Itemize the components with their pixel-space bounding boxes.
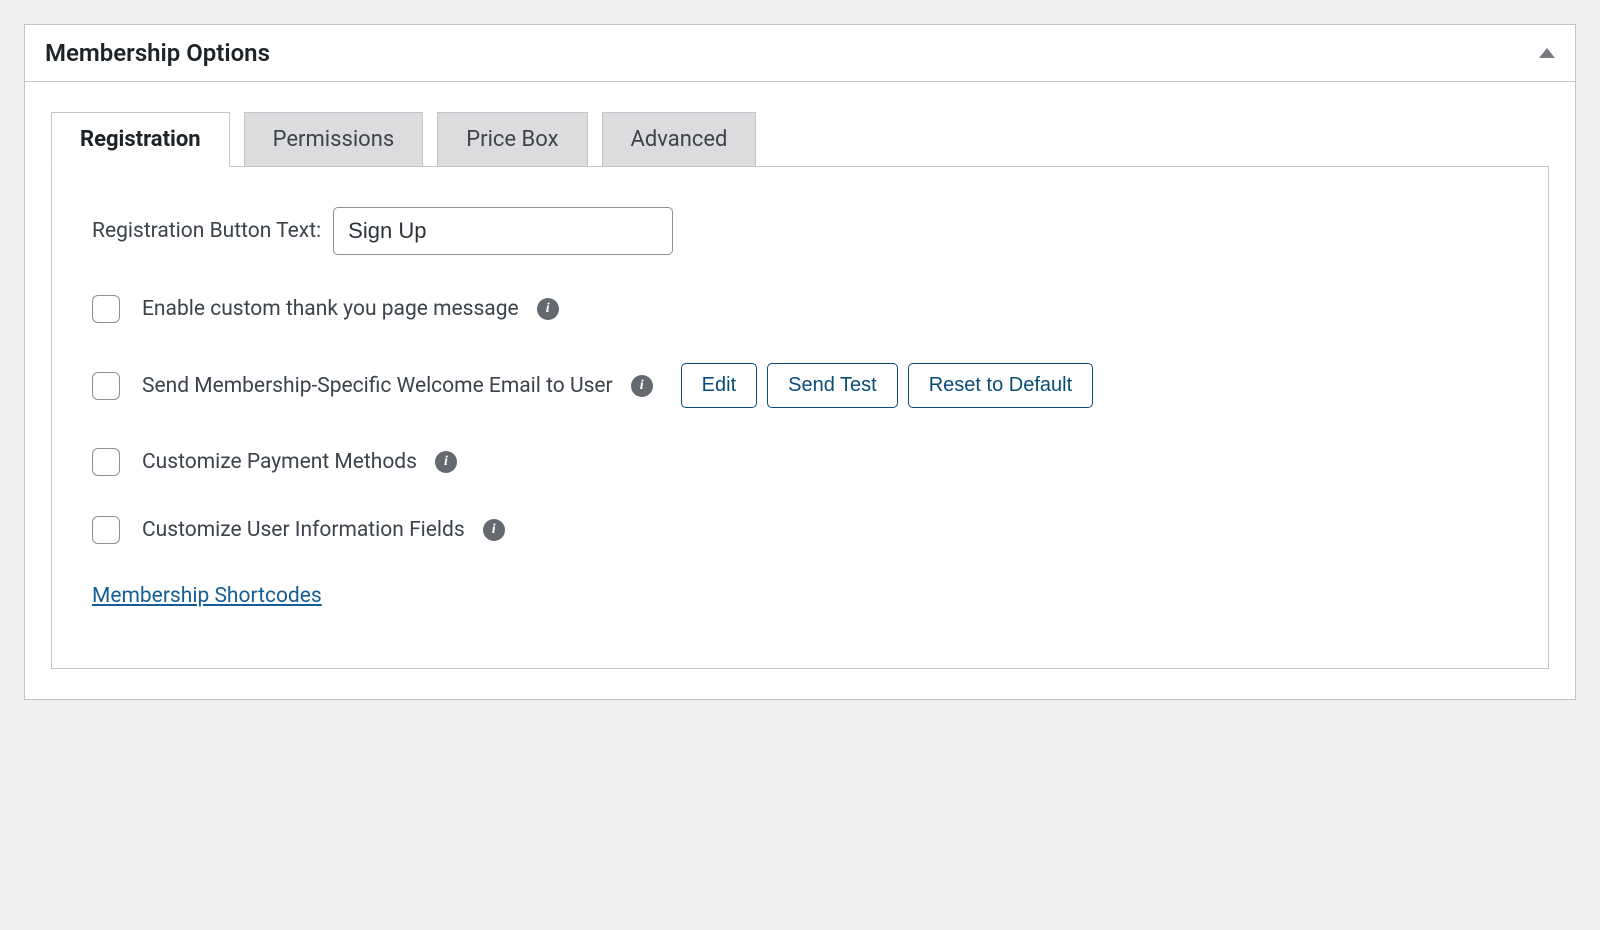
tab-advanced[interactable]: Advanced (602, 112, 757, 167)
registration-button-text-row: Registration Button Text: (92, 207, 1508, 255)
payment-methods-row: Customize Payment Methods i (92, 448, 1508, 476)
welcome-email-label: Send Membership-Specific Welcome Email t… (142, 374, 613, 398)
membership-shortcodes-link[interactable]: Membership Shortcodes (92, 584, 322, 608)
user-info-row: Customize User Information Fields i (92, 516, 1508, 544)
info-icon[interactable]: i (483, 519, 505, 541)
collapse-up-icon[interactable] (1539, 48, 1555, 58)
reset-to-default-button[interactable]: Reset to Default (908, 363, 1093, 408)
registration-button-text-label: Registration Button Text: (92, 219, 321, 243)
thank-you-checkbox[interactable] (92, 295, 120, 323)
panel-header[interactable]: Membership Options (25, 25, 1575, 82)
tab-content-registration: Registration Button Text: Enable custom … (51, 166, 1549, 669)
tabs-nav: Registration Permissions Price Box Advan… (51, 112, 1549, 167)
user-info-label: Customize User Information Fields (142, 518, 465, 542)
registration-button-text-input[interactable] (333, 207, 673, 255)
tab-permissions[interactable]: Permissions (244, 112, 424, 167)
tab-price-box[interactable]: Price Box (437, 112, 587, 167)
edit-button[interactable]: Edit (681, 363, 757, 408)
thank-you-label: Enable custom thank you page message (142, 297, 519, 321)
user-info-checkbox[interactable] (92, 516, 120, 544)
payment-methods-label: Customize Payment Methods (142, 450, 417, 474)
shortcodes-row: Membership Shortcodes (92, 584, 1508, 608)
membership-options-panel: Membership Options Registration Permissi… (24, 24, 1576, 700)
welcome-email-row: Send Membership-Specific Welcome Email t… (92, 363, 1508, 408)
tab-registration[interactable]: Registration (51, 112, 230, 167)
info-icon[interactable]: i (537, 298, 559, 320)
payment-methods-checkbox[interactable] (92, 448, 120, 476)
panel-title: Membership Options (45, 39, 270, 67)
send-test-button[interactable]: Send Test (767, 363, 898, 408)
info-icon[interactable]: i (435, 451, 457, 473)
thank-you-row: Enable custom thank you page message i (92, 295, 1508, 323)
info-icon[interactable]: i (631, 375, 653, 397)
welcome-email-checkbox[interactable] (92, 372, 120, 400)
panel-body: Registration Permissions Price Box Advan… (25, 82, 1575, 699)
welcome-email-buttons: Edit Send Test Reset to Default (681, 363, 1093, 408)
